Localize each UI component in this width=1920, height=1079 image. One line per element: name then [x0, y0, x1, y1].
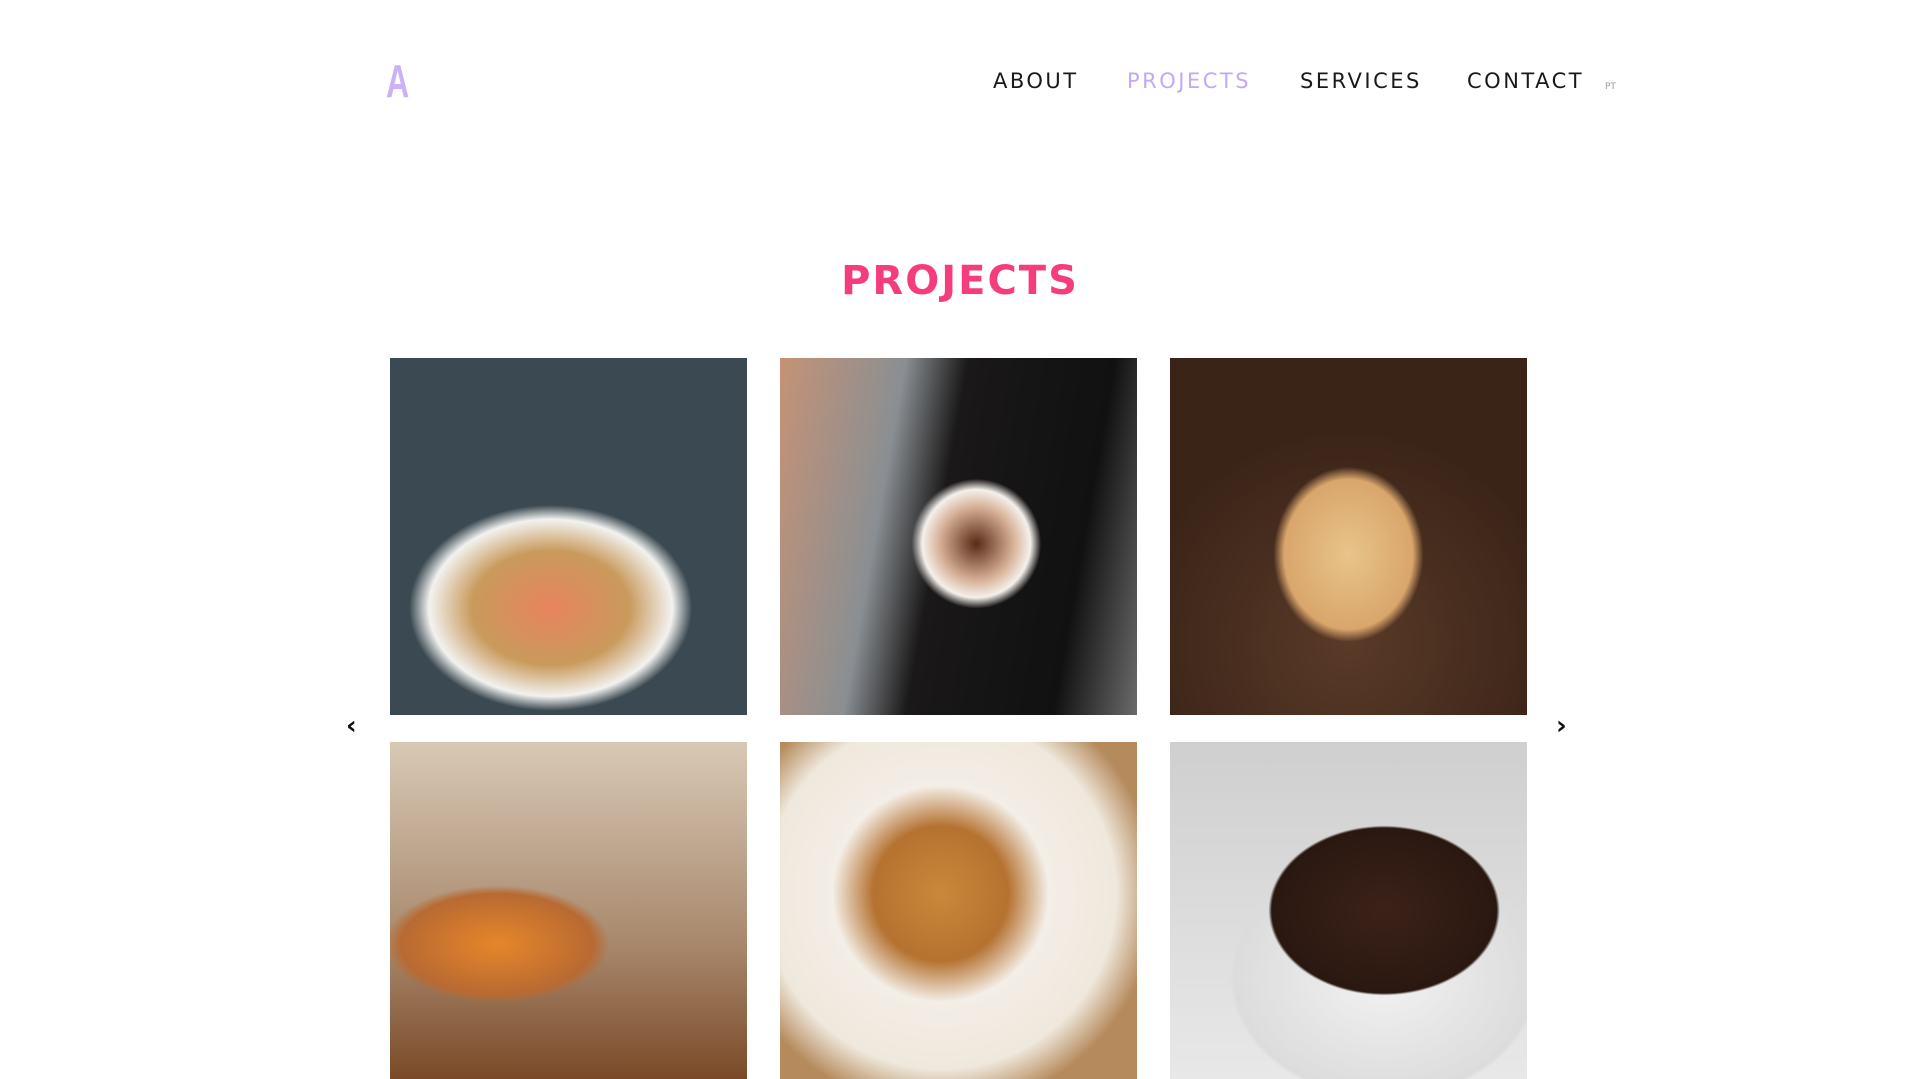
nav-about[interactable]: ABOUT [993, 66, 1079, 96]
project-image-chocolate-cake[interactable] [1170, 742, 1527, 1079]
project-image-latte-art[interactable] [780, 358, 1137, 715]
project-image-pancakes[interactable] [780, 742, 1137, 1079]
main-nav: ABOUT PROJECTS SERVICES CONTACT PT [0, 66, 1920, 96]
page-title: PROJECTS [841, 258, 1079, 304]
project-image-poke-bowl[interactable] [390, 358, 747, 715]
nav-projects[interactable]: PROJECTS [1127, 66, 1251, 96]
chevron-right-icon[interactable]: › [1556, 713, 1567, 739]
project-image-burritos[interactable] [1170, 358, 1527, 715]
nav-contact[interactable]: CONTACT [1467, 66, 1584, 96]
nav-services[interactable]: SERVICES [1300, 66, 1422, 96]
chevron-left-icon[interactable]: ‹ [346, 713, 357, 739]
project-image-curry[interactable] [390, 742, 747, 1079]
language-switch[interactable]: PT [1605, 72, 1616, 102]
